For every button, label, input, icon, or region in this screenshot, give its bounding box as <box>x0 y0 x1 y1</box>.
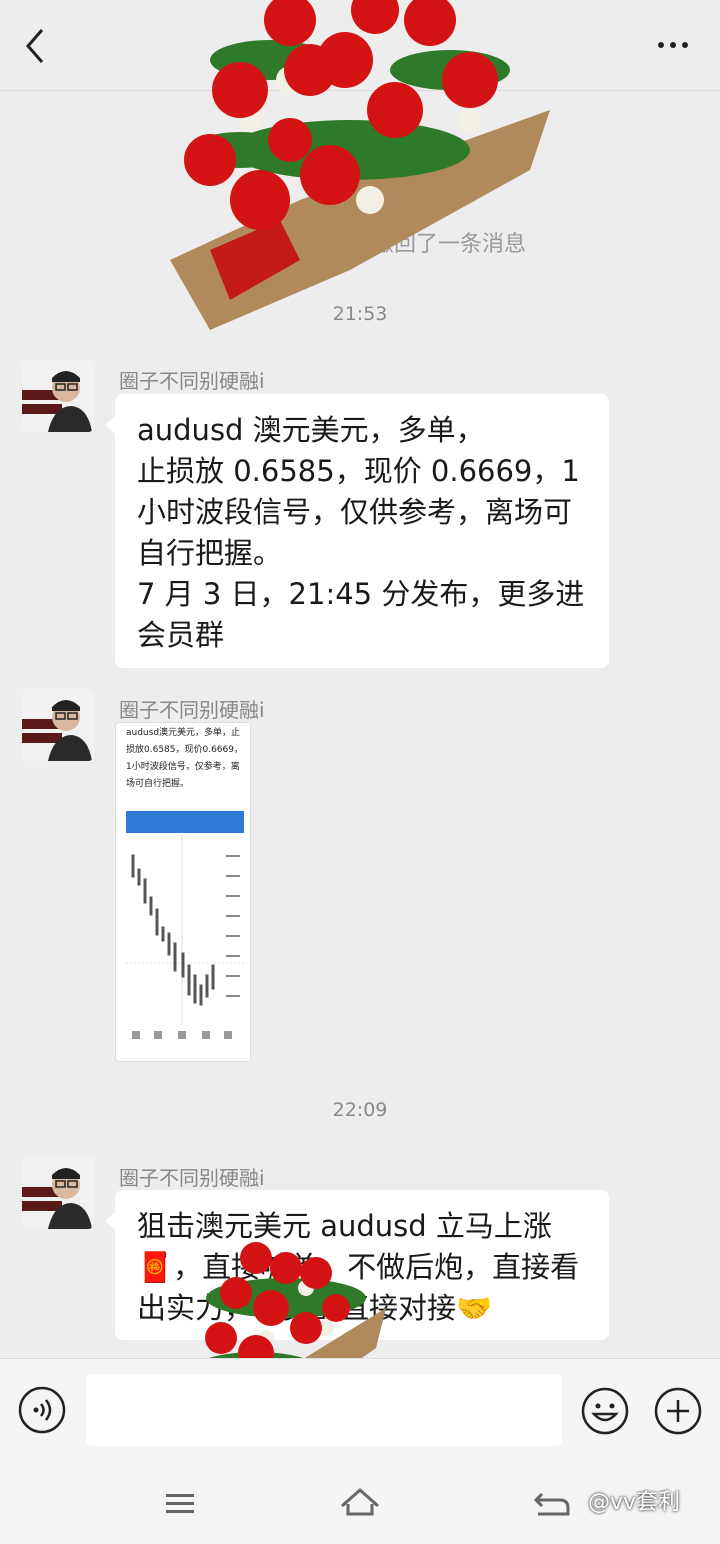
image-caption-text: audusd澳元美元，多单，止损放0.6585，现价0.6669，1小时波段信号… <box>126 728 243 789</box>
image-message[interactable]: audusd澳元美元，多单，止损放0.6585，现价0.6669，1小时波段信号… <box>115 722 251 1062</box>
nav-menu-button[interactable] <box>160 1486 200 1522</box>
timestamp: 22:09 <box>332 1099 388 1121</box>
message-bubble[interactable]: audusd 澳元美元，多单， 止损放 0.6585，现价 0.6669，1 小… <box>105 394 609 668</box>
emoji-icon <box>581 1387 629 1435</box>
message-input[interactable] <box>86 1374 562 1446</box>
home-icon <box>341 1487 379 1516</box>
avatar-portrait <box>22 360 94 432</box>
back-button[interactable] <box>18 24 58 68</box>
avatar[interactable] <box>22 689 94 761</box>
chart-screenshot <box>126 835 244 1025</box>
sender-name: 圈子不同别硬融i <box>119 1166 265 1190</box>
chevron-left-icon <box>26 29 44 63</box>
avatar-portrait <box>22 1157 94 1229</box>
more-functions-button[interactable] <box>653 1386 703 1436</box>
nav-home-button[interactable] <box>338 1484 382 1524</box>
voice-icon <box>18 1386 66 1434</box>
nav-back-button[interactable] <box>530 1484 574 1524</box>
avatar-portrait <box>22 689 94 761</box>
more-dots-icon <box>658 42 688 48</box>
menu-icon <box>166 1494 194 1513</box>
plus-icon <box>654 1387 702 1435</box>
avatar[interactable] <box>22 360 94 432</box>
back-icon <box>533 1492 570 1516</box>
sender-name: 圈子不同别硬融i <box>119 369 265 393</box>
chart-app-bottom-bar <box>132 1031 232 1039</box>
chart-app-toolbar <box>126 811 244 833</box>
sender-name: 圈子不同别硬融i <box>119 698 265 722</box>
voice-button[interactable] <box>18 1386 66 1434</box>
more-options-button[interactable] <box>654 30 694 60</box>
emoji-button[interactable] <box>580 1386 630 1436</box>
avatar[interactable] <box>22 1157 94 1229</box>
watermark-text: @vv套利 <box>588 1490 681 1515</box>
rose-bouquet-sticker <box>170 0 550 330</box>
